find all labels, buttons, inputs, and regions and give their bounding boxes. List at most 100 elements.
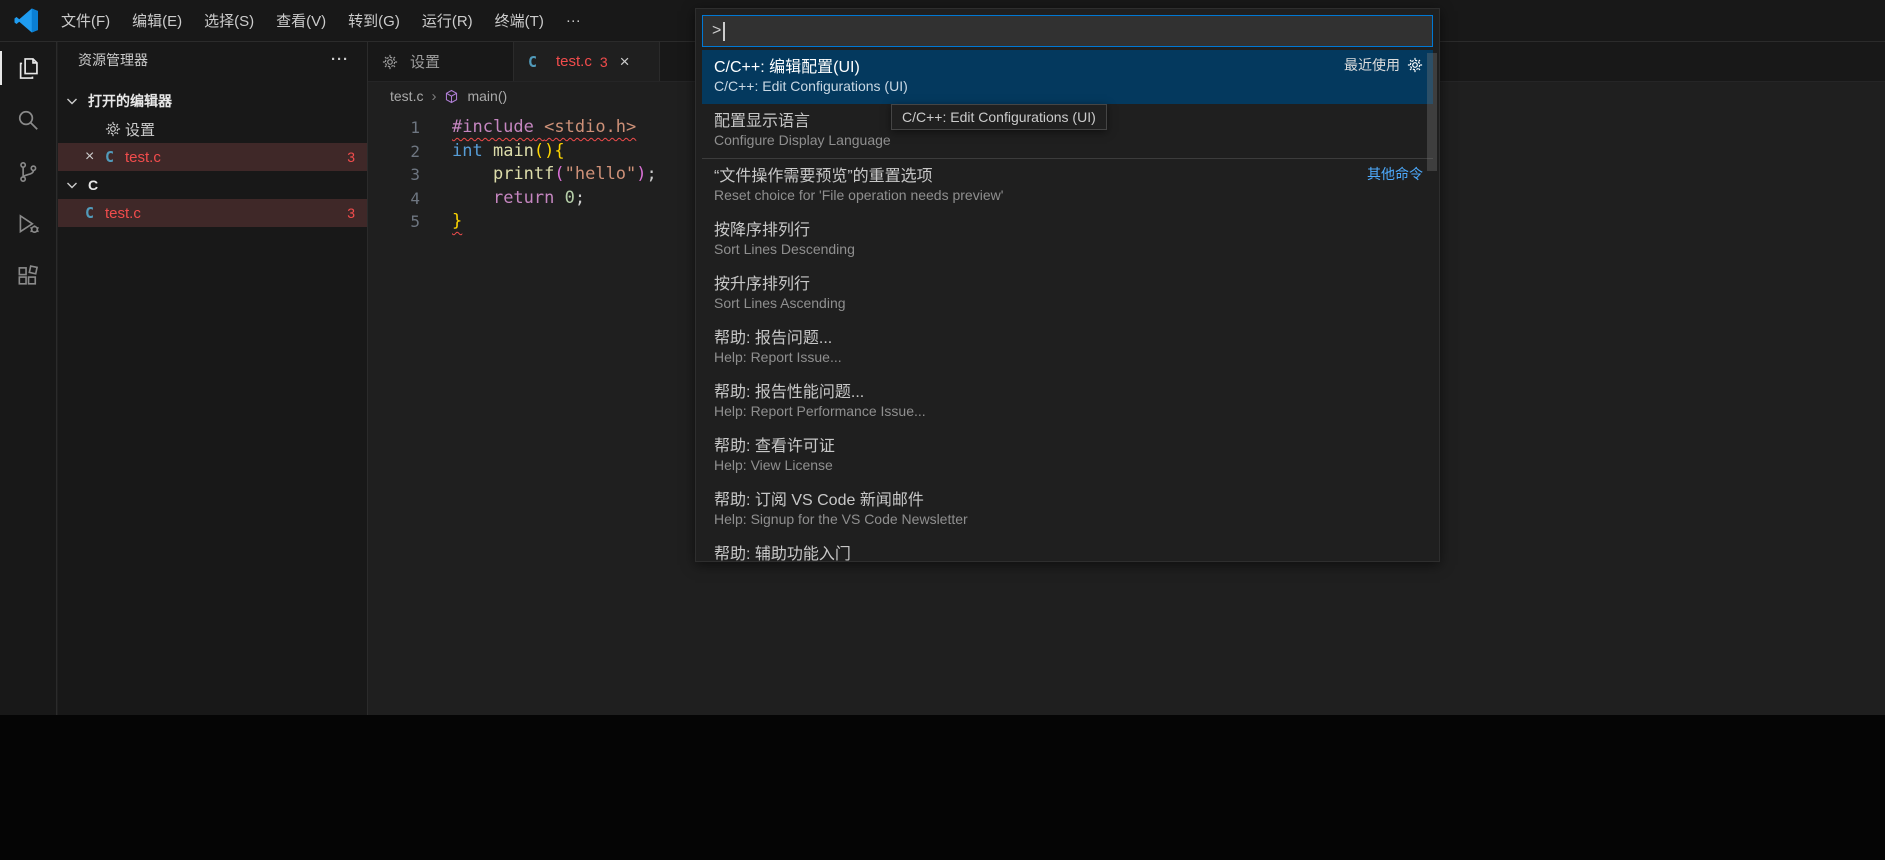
close-tab-icon[interactable]: × [620, 52, 630, 72]
tab-test.c[interactable]: Ctest.c 3 × [514, 42, 660, 81]
command-item-line1: 帮助: 查看许可证 [714, 433, 1423, 455]
gear-icon [105, 121, 121, 137]
command-subtitle: Help: View License [714, 457, 833, 473]
problems-badge: 3 [347, 205, 355, 221]
group-label-other-commands[interactable]: 其他命令 [1367, 164, 1423, 184]
activity-explorer[interactable] [0, 42, 56, 94]
file-label: 设置 [125, 121, 156, 139]
menu-item-6[interactable]: 运行(R) [411, 5, 484, 36]
command-title: 帮助: 报告性能问题... [714, 384, 865, 401]
group-label-text: 其他命令 [1367, 166, 1423, 182]
command-item-6[interactable]: 帮助: 报告问题... Help: Report Issue... [702, 321, 1433, 375]
menu-item-4[interactable]: 查看(V) [265, 5, 337, 36]
file-label: test.c [125, 148, 161, 166]
activity-source-control[interactable] [0, 146, 56, 198]
explorer-tree: 打开的编辑器 设置 × Ctest.c 3 C Ctest.c 3 [58, 87, 367, 227]
activity-search[interactable] [0, 94, 56, 146]
token: #include [452, 117, 534, 137]
chevron-down-icon [67, 182, 77, 189]
token: { [554, 140, 565, 161]
command-title: 帮助: 辅助功能入门 [714, 546, 851, 562]
command-title: 按升序排列行 [714, 276, 811, 293]
palette-scrollbar[interactable] [1427, 53, 1437, 171]
group-label-recently-used: 最近使用 [1344, 55, 1423, 75]
token: () [533, 140, 555, 161]
line-number: 1 [410, 118, 420, 137]
c-file-icon: C [528, 53, 548, 71]
vscode-logo-icon [14, 8, 40, 34]
command-item-1[interactable]: C/C++: 编辑配置(UI) 最近使用 C/C++: Edit Configura… [702, 50, 1433, 104]
command-item-5[interactable]: 按升序排列行 Sort Lines Ascending [702, 267, 1433, 321]
command-subtitle: Help: Signup for the VS Code Newsletter [714, 511, 968, 527]
command-item-3[interactable]: “文件操作需要预览”的重置选项 其他命令 Reset choice for 'Fil… [702, 158, 1433, 213]
c-file-icon: C [105, 148, 125, 166]
file-row-设置[interactable]: 设置 [58, 115, 367, 143]
menu-item-7[interactable]: 终端(T) [484, 5, 555, 36]
search-icon [18, 110, 38, 130]
section-folder-c[interactable]: C [58, 171, 367, 199]
run-debug-icon [19, 214, 39, 234]
activity-extensions[interactable] [0, 250, 56, 302]
command-subtitle: C/C++: Edit Configurations (UI) [714, 78, 908, 94]
chevron-down-icon [67, 98, 77, 105]
text-caret [723, 21, 725, 41]
section-open-editors-label: 打开的编辑器 [88, 93, 172, 109]
command-item-line1: “文件操作需要预览”的重置选项 其他命令 [714, 163, 1423, 185]
tab-设置[interactable]: 设置 [368, 42, 514, 81]
token: ( [554, 164, 565, 184]
close-editor-icon[interactable]: × [85, 148, 105, 166]
command-title: C/C++: 编辑配置(UI) [714, 59, 860, 76]
line-number: 3 [410, 165, 420, 184]
menu-item-8[interactable]: ··· [555, 7, 592, 34]
activity-bar [0, 42, 57, 715]
line-number: 5 [410, 212, 420, 231]
gear-icon [105, 121, 125, 137]
breadcrumb-symbol[interactable]: main() [467, 88, 507, 104]
command-subtitle: Reset choice for 'File operation needs p… [714, 187, 1004, 203]
extensions-icon [18, 265, 39, 285]
tooltip: C/C++: Edit Configurations (UI) [891, 104, 1107, 130]
explorer-sidebar: 资源管理器 ··· 打开的编辑器 设置 × Ctest.c 3 C Ctest.c 3 [58, 42, 368, 715]
command-title: 按降序排列行 [714, 222, 811, 239]
file-label: test.c [105, 204, 141, 222]
command-input[interactable]: > [702, 15, 1433, 47]
activity-run-debug[interactable] [0, 198, 56, 250]
command-item-line1: 按降序排列行 [714, 217, 1423, 239]
more-actions-button[interactable]: ··· [331, 51, 349, 68]
file-row-test.c[interactable]: × Ctest.c 3 [58, 143, 367, 171]
menu-item-3[interactable]: 选择(S) [193, 5, 265, 36]
command-item-10[interactable]: 帮助: 辅助功能入门 [702, 537, 1433, 562]
symbol-method-icon [444, 89, 459, 104]
breadcrumb-file[interactable]: test.c [390, 88, 423, 104]
token: "hello" [564, 164, 637, 184]
token: ; [574, 187, 586, 208]
gear-icon [382, 54, 402, 70]
token: } [452, 211, 463, 231]
command-subtitle: Sort Lines Ascending [714, 295, 846, 311]
command-item-9[interactable]: 帮助: 订阅 VS Code 新闻邮件 Help: Signup for the … [702, 483, 1433, 537]
tab-label: 设置 [410, 54, 441, 71]
menu-item-2[interactable]: 编辑(E) [121, 5, 193, 36]
command-item-4[interactable]: 按降序排列行 Sort Lines Descending [702, 213, 1433, 267]
token: int [452, 140, 483, 161]
c-file-icon: C [528, 52, 538, 71]
token: <stdio.h> [544, 117, 637, 137]
file-row-test.c[interactable]: Ctest.c 3 [58, 199, 367, 227]
section-open-editors[interactable]: 打开的编辑器 [58, 87, 367, 115]
files-icon [19, 57, 38, 79]
gear-icon [382, 54, 398, 69]
line-content: } [452, 210, 462, 234]
menu-item-5[interactable]: 转到(G) [337, 5, 411, 36]
menu-item-1[interactable]: 文件(F) [50, 5, 121, 36]
gear-icon [1407, 57, 1423, 73]
configure-keybinding-gear-icon[interactable] [1407, 57, 1423, 73]
desktop: { "colors": { "accent": "#0078d4", "sele… [0, 0, 1885, 860]
command-item-8[interactable]: 帮助: 查看许可证 Help: View License [702, 429, 1433, 483]
section-folder-c-label: C [88, 177, 99, 193]
line-content: #include <stdio.h> [452, 116, 636, 140]
command-item-line1: 帮助: 订阅 VS Code 新闻邮件 [714, 487, 1423, 509]
command-item-7[interactable]: 帮助: 报告性能问题... Help: Report Performance Is… [702, 375, 1433, 429]
